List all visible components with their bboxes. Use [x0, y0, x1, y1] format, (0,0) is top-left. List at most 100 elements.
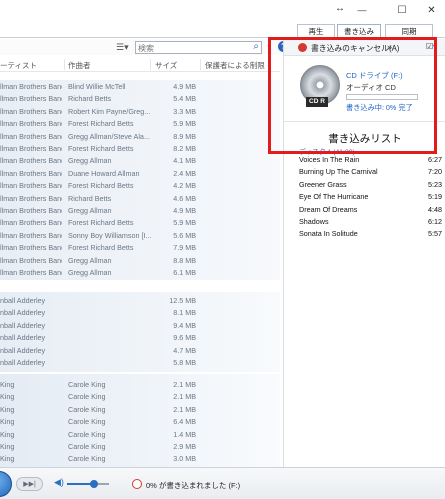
- track-composer: Carole King: [68, 442, 106, 451]
- track-row[interactable]: llman Brothers Band Gregg Allman 4.1 MB: [0, 156, 280, 168]
- track-row[interactable]: King Carole King 3.0 MB: [0, 454, 280, 466]
- column-artist[interactable]: ーティスト: [0, 60, 37, 71]
- track-artist: nball Adderley: [0, 333, 46, 343]
- minimize-button[interactable]: —: [345, 0, 379, 20]
- track-size: 2.1 MB: [173, 380, 196, 389]
- track-size: 6.4 MB: [173, 417, 196, 427]
- volume-icon[interactable]: ◀): [54, 477, 64, 488]
- track-artist: King: [0, 454, 15, 464]
- burn-list-item[interactable]: Shadows 6:12: [299, 217, 442, 228]
- column-size[interactable]: サイズ: [155, 60, 177, 71]
- track-artist: llman Brothers Band: [0, 144, 62, 153]
- tab-sync[interactable]: 同期: [385, 24, 433, 38]
- track-row[interactable]: nball Adderley 9.4 MB: [0, 321, 280, 333]
- burn-list-item[interactable]: Burning Up The Carnival 7:20: [299, 167, 442, 178]
- track-row[interactable]: llman Brothers Band Gregg Allman 4.9 MB: [0, 206, 280, 218]
- track-composer: Carole King: [68, 417, 106, 427]
- track-artist: llman Brothers Band: [0, 268, 62, 277]
- burn-item-title: Greener Grass: [299, 179, 347, 189]
- search-icon[interactable]: ⌕: [253, 41, 259, 52]
- track-size: 3.0 MB: [173, 454, 196, 464]
- track-row[interactable]: llman Brothers Band Richard Betts 4.6 MB: [0, 194, 280, 206]
- track-size: 4.2 MB: [173, 181, 196, 191]
- title-bar: ↔ — ☐ ✕: [0, 0, 445, 20]
- tab-bar: 再生 書き込み 同期: [0, 22, 445, 38]
- burn-list-item[interactable]: Voices In The Rain 6:27: [299, 155, 442, 166]
- track-row[interactable]: llman Brothers Band Forest Richard Betts 5…: [0, 218, 280, 230]
- track-row[interactable]: llman Brothers Band Forest Richard Betts 7…: [0, 243, 280, 255]
- view-options-icon[interactable]: ☰▾: [116, 42, 129, 53]
- track-row[interactable]: King Carole King 2.9 MB: [0, 442, 280, 454]
- tab-play[interactable]: 再生: [297, 24, 335, 38]
- next-button[interactable]: ▶▶|: [16, 477, 43, 491]
- track-row[interactable]: King Carole King 2.1 MB: [0, 392, 280, 404]
- column-separator: [64, 59, 65, 70]
- track-artist: llman Brothers Band: [0, 218, 62, 228]
- track-row[interactable]: llman Brothers Band Forest Richard Betts 8…: [0, 144, 280, 156]
- track-row[interactable]: nball Adderley 12.5 MB: [0, 296, 280, 308]
- minimize-icon: —: [357, 5, 367, 15]
- track-row[interactable]: llman Brothers Band Gregg Allman 6.1 MB: [0, 268, 280, 280]
- track-size: 4.6 MB: [173, 193, 196, 203]
- play-button[interactable]: [0, 471, 12, 497]
- track-row[interactable]: llman Brothers Band Duane Howard Allman 2.…: [0, 169, 280, 181]
- track-artist: nball Adderley: [0, 345, 46, 355]
- column-composer[interactable]: 作曲者: [68, 60, 91, 71]
- track-row[interactable]: nball Adderley 9.6 MB: [0, 333, 280, 345]
- track-artist: nball Adderley: [0, 296, 46, 305]
- track-row[interactable]: llman Brothers Band Gregg Allman/Steve Al…: [0, 132, 280, 144]
- track-artist: llman Brothers Band: [0, 156, 62, 166]
- tab-burn[interactable]: 書き込み: [337, 24, 381, 38]
- track-row[interactable]: llman Brothers Band Forest Richard Betts 5…: [0, 119, 280, 131]
- burn-list-item[interactable]: Eye Of The Hurricane 5:19: [299, 192, 442, 203]
- track-size: 4.9 MB: [173, 82, 196, 91]
- track-composer: Carole King: [68, 454, 106, 464]
- player-status: 0% が書き込まれました (F:): [146, 481, 241, 490]
- close-button[interactable]: ✕: [418, 0, 445, 20]
- track-artist: nball Adderley: [0, 358, 46, 367]
- search-input[interactable]: 検索 ⌕ ▾: [135, 41, 271, 54]
- track-size: 4.9 MB: [173, 206, 196, 215]
- volume-knob[interactable]: [90, 480, 98, 488]
- track-artist: llman Brothers Band: [0, 255, 62, 265]
- track-row[interactable]: nball Adderley 5.8 MB: [0, 358, 280, 370]
- track-row[interactable]: llman Brothers Band Forest Richard Betts 4…: [0, 181, 280, 193]
- track-row[interactable]: llman Brothers Band Robert Kim Payne/Greg…: [0, 107, 280, 119]
- track-size: 4.1 MB: [173, 156, 196, 166]
- player-controls: ▶▶| ◀) 0% が書き込まれました (F:): [0, 467, 445, 499]
- track-artist: King: [0, 392, 15, 402]
- track-size: 4.7 MB: [173, 345, 196, 355]
- track-row[interactable]: King Carole King 2.1 MB: [0, 405, 280, 417]
- column-separator: [150, 59, 151, 70]
- burn-list-item[interactable]: Sonata In Solitude 5:57: [299, 229, 442, 240]
- track-artist: llman Brothers Band: [0, 206, 62, 215]
- track-composer: Gregg Allman: [68, 156, 112, 166]
- track-composer: Carole King: [68, 380, 106, 389]
- close-icon: ✕: [427, 4, 436, 16]
- track-row[interactable]: nball Adderley 4.7 MB: [0, 346, 280, 358]
- track-size: 7.9 MB: [173, 243, 196, 253]
- track-composer: Carole King: [68, 392, 106, 402]
- track-row[interactable]: llman Brothers Band Sonny Boy Williamson …: [0, 231, 280, 243]
- track-composer: Robert Kim Payne/Greg...: [68, 106, 151, 116]
- track-row[interactable]: nball Adderley 8.1 MB: [0, 308, 280, 320]
- burn-item-duration: 5:57: [428, 229, 442, 239]
- track-composer: Gregg Allman/Steve Ala...: [68, 131, 150, 141]
- maximize-button[interactable]: ☐: [385, 0, 419, 20]
- track-row[interactable]: llman Brothers Band Blind Willie McTell 4.…: [0, 82, 280, 94]
- column-parental-rating[interactable]: 保護者による制限: [205, 60, 265, 71]
- track-composer: Sonny Boy Williamson [I...: [68, 230, 152, 240]
- burn-list-item[interactable]: Greener Grass 5:23: [299, 180, 442, 191]
- track-row[interactable]: King Carole King 2.1 MB: [0, 380, 280, 392]
- track-composer: Gregg Allman: [68, 255, 112, 265]
- track-row[interactable]: King Carole King 1.4 MB: [0, 430, 280, 442]
- track-composer: Carole King: [68, 429, 106, 439]
- burn-item-title: Voices In The Rain: [299, 155, 360, 164]
- track-artist: King: [0, 417, 15, 427]
- track-row[interactable]: llman Brothers Band Gregg Allman 8.8 MB: [0, 256, 280, 268]
- track-composer: Richard Betts: [68, 94, 112, 104]
- burn-list-item[interactable]: Dream Of Dreams 4:48: [299, 205, 442, 216]
- track-row[interactable]: llman Brothers Band Richard Betts 5.4 MB: [0, 94, 280, 106]
- track-row[interactable]: King Carole King 6.4 MB: [0, 417, 280, 429]
- burn-item-title: Eye Of The Hurricane: [299, 192, 369, 202]
